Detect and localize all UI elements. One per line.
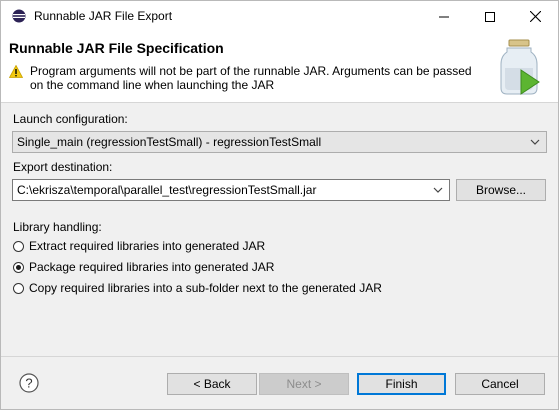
minimize-icon <box>439 16 449 17</box>
browse-button[interactable]: Browse... <box>456 179 546 201</box>
window-title: Runnable JAR File Export <box>34 9 173 23</box>
radio-label: Package required libraries into generate… <box>29 260 275 274</box>
radio-copy-libraries[interactable]: Copy required libraries into a sub-folde… <box>13 281 382 295</box>
launch-config-label: Launch configuration: <box>13 112 128 126</box>
launch-config-select[interactable]: Single_main (regressionTestSmall) - regr… <box>12 131 547 153</box>
radio-label: Copy required libraries into a sub-folde… <box>29 281 382 295</box>
help-icon[interactable]: ? <box>19 373 39 393</box>
chevron-down-icon <box>530 139 540 145</box>
wizard-header: Runnable JAR File Specification Program … <box>1 32 558 102</box>
footer-divider <box>1 356 558 357</box>
warning-icon <box>9 65 23 78</box>
title-bar: Runnable JAR File Export <box>1 1 558 32</box>
export-destination-label: Export destination: <box>13 160 113 174</box>
maximize-button[interactable] <box>467 1 513 32</box>
radio-button[interactable] <box>13 240 24 252</box>
library-handling-label: Library handling: <box>13 220 102 234</box>
eclipse-icon <box>12 9 26 23</box>
help-glyph: ? <box>25 376 32 391</box>
page-title: Runnable JAR File Specification <box>9 40 224 56</box>
cancel-button[interactable]: Cancel <box>455 373 545 395</box>
export-destination-value: C:\ekrisza\temporal\parallel_test\regres… <box>17 183 317 197</box>
header-divider <box>1 102 558 103</box>
radio-button[interactable] <box>13 261 24 273</box>
radio-package-libraries[interactable]: Package required libraries into generate… <box>13 260 274 274</box>
finish-button[interactable]: Finish <box>357 373 446 395</box>
export-destination-input[interactable]: C:\ekrisza\temporal\parallel_test\regres… <box>12 179 450 201</box>
minimize-button[interactable] <box>421 1 467 32</box>
back-button[interactable]: < Back <box>167 373 257 395</box>
close-button[interactable] <box>512 1 558 32</box>
radio-extract-libraries[interactable]: Extract required libraries into generate… <box>13 239 265 253</box>
maximize-icon <box>485 11 495 22</box>
radio-button[interactable] <box>13 282 24 294</box>
close-icon <box>529 11 541 22</box>
radio-label: Extract required libraries into generate… <box>29 239 266 253</box>
launch-config-value: Single_main (regressionTestSmall) - regr… <box>17 135 322 149</box>
jar-export-icon <box>500 39 540 95</box>
export-dialog: Runnable JAR File Export Runnable JAR Fi… <box>0 0 559 410</box>
next-button[interactable]: Next > <box>259 373 349 395</box>
chevron-down-icon <box>433 187 443 193</box>
header-message: Program arguments will not be part of th… <box>30 64 472 92</box>
